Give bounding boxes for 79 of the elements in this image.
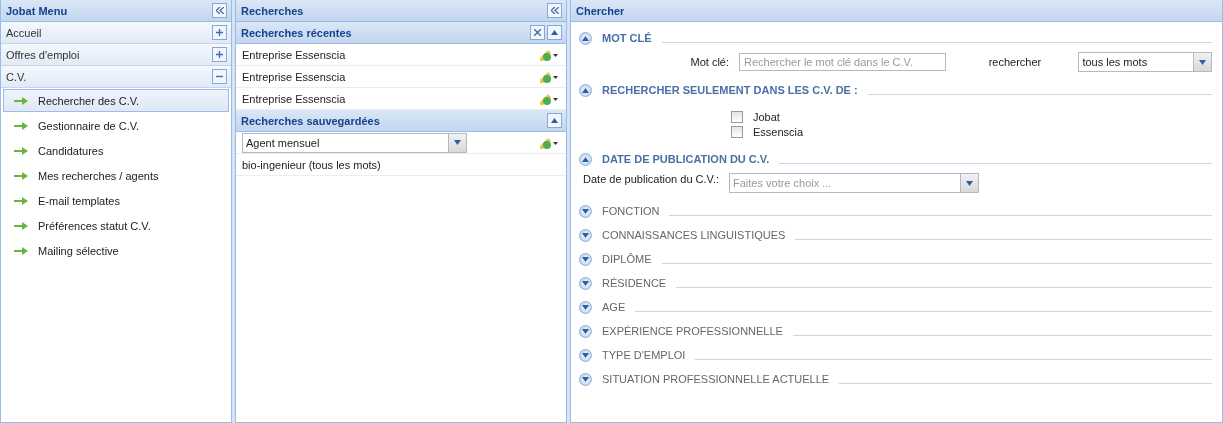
accordion-header[interactable]: Offres d'emploi [1,44,231,66]
expand-icon[interactable] [579,252,592,266]
expand-icon[interactable] [579,300,592,314]
plus-icon[interactable] [212,47,227,62]
collapse-icon[interactable] [579,31,592,45]
panel-title: Jobat Menu [6,4,68,17]
edit-menu-icon[interactable] [538,135,558,150]
section-title[interactable]: DATE DE PUBLICATION DU C.V. [602,153,770,165]
menu-item[interactable]: Préférences statut C.V. [3,214,229,237]
arrow-icon [14,246,28,255]
select-field[interactable]: Agent mensuel [242,132,467,153]
row-text: Entreprise Essenscia [242,48,346,61]
menu-item[interactable]: E-mail templates [3,189,229,212]
accordion-title: Accueil [6,26,42,39]
panel-title: Recherches sauvegardées [241,114,380,127]
expand-icon[interactable] [579,372,592,386]
menu-item[interactable]: Mes recherches / agents [3,164,229,187]
checkbox-label: Jobat [753,111,780,123]
section-title[interactable]: FONCTION [602,205,660,217]
field-label: Mot clé: [689,56,729,68]
row-text: bio-ingenieur (tous les mots) [242,158,381,171]
list-row[interactable]: bio-ingenieur (tous les mots) [236,154,566,176]
collapse-icon[interactable] [579,152,592,166]
accordion-header[interactable]: C.V. [1,66,231,88]
edit-menu-icon[interactable] [538,69,558,84]
menu-item[interactable]: Rechercher des C.V. [3,89,229,112]
keyword-field[interactable]: Rechercher le mot clé dans le C.V. [739,53,947,71]
edit-menu-icon[interactable] [538,91,558,106]
collapse-icon[interactable] [579,83,592,97]
section-title[interactable]: RÉSIDENCE [602,277,667,289]
close-icon[interactable] [530,25,545,40]
arrow-icon [14,171,28,180]
accordion-title: Offres d'emploi [6,48,80,61]
list-row[interactable]: Entreprise Essenscia [236,44,566,66]
expand-icon[interactable] [579,204,592,218]
caret-down-icon[interactable] [1199,59,1206,65]
panel-title: Recherches [241,4,304,17]
caret-down-icon[interactable] [966,180,973,186]
row-text: Entreprise Essenscia [242,92,346,105]
list-row[interactable]: Entreprise Essenscia [236,66,566,88]
menu-item[interactable]: Candidatures [3,139,229,162]
caret-down-icon[interactable] [454,140,461,145]
expand-icon[interactable] [579,228,592,242]
checkbox-label: Essenscia [753,126,804,138]
arrow-icon [14,146,28,155]
minus-icon[interactable] [212,69,227,84]
arrow-icon [14,96,28,105]
accordion-title: C.V. [6,70,27,83]
arrow-icon [14,121,28,130]
section-title[interactable]: MOT CLÉ [602,32,652,44]
section-title[interactable]: AGE [602,301,626,313]
panel-title: Chercher [576,4,625,17]
section-title[interactable]: RECHERCHER SEULEMENT DANS LES C.V. DE : [602,84,858,96]
expand-icon[interactable] [579,276,592,290]
section-title[interactable]: EXPÉRIENCE PROFESSIONNELLE [602,325,783,337]
edit-menu-icon[interactable] [538,47,558,62]
row-text: Entreprise Essenscia [242,70,346,83]
section-title[interactable]: DIPLÔME [602,253,652,265]
field-label: rechercher [987,56,1042,68]
section-title[interactable]: CONNAISSANCES LINGUISTIQUES [602,229,786,241]
collapse-icon[interactable] [547,25,562,40]
section-title[interactable]: TYPE D'EMPLOI [602,349,686,361]
checkbox[interactable] [731,111,743,123]
collapse-icon[interactable] [547,3,562,18]
checkbox[interactable] [731,126,743,138]
menu-item[interactable]: Mailing sélective [3,239,229,262]
menu-item[interactable]: Gestionnaire de C.V. [3,114,229,137]
plus-icon[interactable] [212,25,227,40]
select-field[interactable]: tous les mots [1078,52,1212,72]
accordion-header[interactable]: Accueil [1,22,231,44]
expand-icon[interactable] [579,324,592,338]
section-title[interactable]: SITUATION PROFESSIONNELLE ACTUELLE [602,373,830,385]
panel-title: Recherches récentes [241,26,352,39]
collapse-icon[interactable] [547,113,562,128]
expand-icon[interactable] [579,348,592,362]
collapse-icon[interactable] [212,3,227,18]
arrow-icon [14,196,28,205]
field-label: Date de publication du C.V.: [582,173,719,185]
arrow-icon [14,221,28,230]
